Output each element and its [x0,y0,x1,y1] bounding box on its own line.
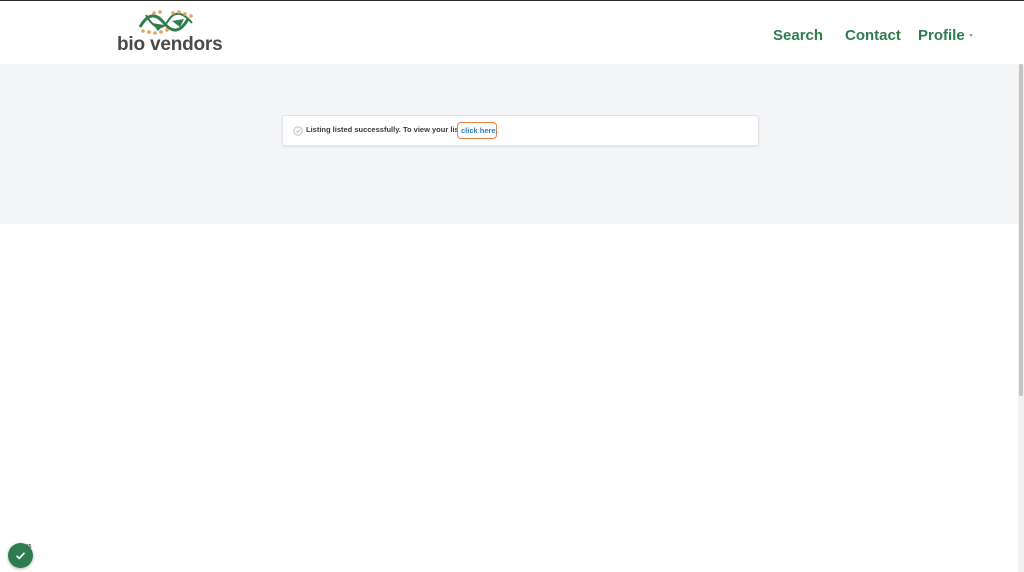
alert-message: Listing listed successfully. To view you… [306,125,473,134]
chevron-down-icon[interactable] [969,34,973,37]
success-alert: Listing listed successfully. To view you… [282,115,759,146]
check-circle-icon [293,126,303,136]
status-widget-badge: 25 [26,544,32,550]
nav-contact-link[interactable]: Contact [845,27,901,47]
dna-helix-icon [138,10,193,35]
page-scrollbar[interactable] [1018,64,1024,572]
checkmark-icon [15,552,26,560]
nav-profile-dropdown[interactable]: Profile [918,27,965,47]
logo-wordmark: bio vendors [117,34,223,55]
scrollbar-thumb[interactable] [1019,64,1023,396]
logo-link[interactable]: bio vendors [116,9,228,57]
site-header: bio vendors Search Contact Profile [0,1,1024,64]
nav-search-link[interactable]: Search [773,27,823,47]
view-listing-link[interactable]: click here. [457,122,498,139]
